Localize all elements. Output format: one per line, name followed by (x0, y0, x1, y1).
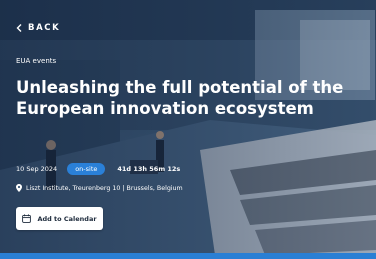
add-to-calendar-button[interactable]: Add to Calendar (16, 207, 103, 230)
event-meta: 10 Sep 2024 on-site 41d 13h 56m 12s (16, 163, 180, 175)
map-pin-icon (16, 184, 22, 192)
event-hero: BACK EUA events Unleashing the full pote… (0, 0, 376, 255)
event-countdown: 41d 13h 56m 12s (117, 165, 181, 173)
back-button[interactable]: BACK (16, 23, 60, 33)
event-category: EUA events (16, 57, 57, 65)
event-date: 10 Sep 2024 (16, 165, 58, 173)
calendar-icon (22, 214, 32, 223)
event-location: Liszt Institute, Treurenberg 10 | Brusse… (16, 184, 183, 192)
add-to-calendar-label: Add to Calendar (37, 214, 97, 223)
event-title: Unleashing the full potential of the Eur… (16, 78, 344, 118)
format-badge: on-site (67, 163, 106, 175)
location-text: Liszt Institute, Treurenberg 10 | Brusse… (26, 184, 183, 192)
chevron-left-icon (16, 24, 22, 32)
accent-strip (0, 253, 376, 259)
back-label: BACK (28, 23, 61, 33)
